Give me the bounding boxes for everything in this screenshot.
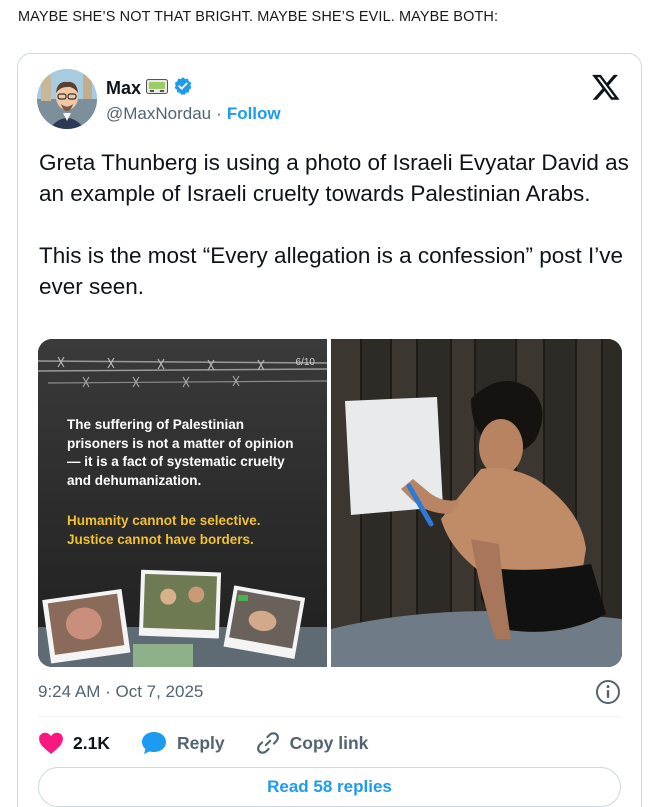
- verified-badge-icon: [173, 76, 193, 101]
- tweet-actions: 2.1K Reply Copy link: [38, 728, 398, 758]
- tweet-timestamp[interactable]: 9:24 AM · Oct 7, 2025: [38, 682, 203, 702]
- like-count: 2.1K: [73, 732, 110, 753]
- slide-text-highlight: Humanity cannot be selective. Justice ca…: [67, 513, 261, 547]
- tweet-media[interactable]: 6/10 The suffering of Palestinian prison…: [38, 339, 622, 667]
- divider: [38, 716, 621, 717]
- media-image-slide[interactable]: 6/10 The suffering of Palestinian prison…: [38, 339, 327, 667]
- separator: ·: [216, 104, 222, 123]
- heart-icon: [38, 731, 64, 755]
- copy-link-button[interactable]: Copy link: [255, 730, 369, 756]
- like-button[interactable]: 2.1K: [38, 731, 110, 755]
- reply-bubble-icon: [140, 730, 168, 756]
- slide-text-main: The suffering of Palestinian prisoners i…: [67, 417, 294, 488]
- link-icon: [255, 730, 281, 756]
- follow-button[interactable]: Follow: [227, 104, 281, 124]
- media-image-photo[interactable]: [331, 339, 622, 667]
- author-name[interactable]: Max: [106, 78, 141, 99]
- copy-link-label: Copy link: [289, 732, 369, 753]
- author-handle[interactable]: @MaxNordau: [106, 104, 211, 124]
- info-icon[interactable]: [595, 679, 621, 705]
- reply-label: Reply: [176, 732, 225, 753]
- name-emoji-icon: [146, 78, 169, 99]
- slide-page-indicator: 6/10: [295, 357, 315, 368]
- reply-button[interactable]: Reply: [140, 730, 225, 756]
- tweet-card[interactable]: Max @MaxNordau · Follow Greta Thunberg i…: [17, 53, 642, 807]
- tweet-text: Greta Thunberg is using a photo of Israe…: [39, 150, 629, 299]
- post-caption: MAYBE SHE’S NOT THAT BRIGHT. MAYBE SHE’S…: [18, 9, 499, 25]
- x-logo-icon[interactable]: [591, 72, 621, 102]
- read-replies-button[interactable]: Read 58 replies: [38, 767, 621, 807]
- avatar[interactable]: [37, 69, 97, 129]
